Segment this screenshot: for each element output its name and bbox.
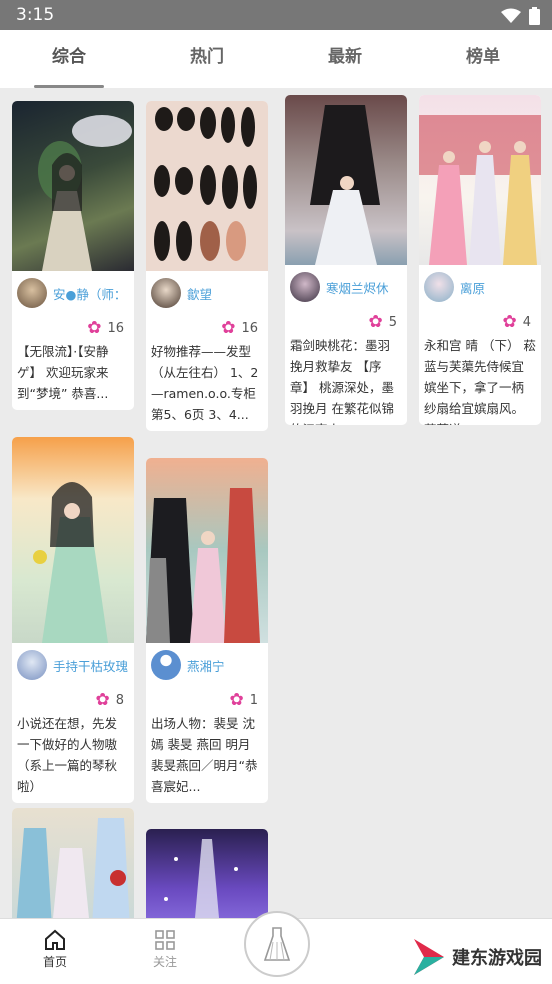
post-card[interactable]: 安●静（师： ✿ 16 【无限流】·【安静ゲ】 欢迎玩家来到“梦境” 恭喜... (12, 101, 134, 410)
post-description[interactable]: 霜剑映桃花：墨羽挽月救挚友 【序章】 桃源深处，墨羽挽月 在繁花似锦的江南小..… (285, 335, 407, 425)
status-time: 3:15 (16, 5, 55, 25)
post-author[interactable]: 安●静（师： (12, 271, 134, 315)
post-image[interactable] (12, 101, 134, 271)
post-card[interactable]: 离原 ✿ 4 永和宫 晴 （下） 菘蓝与芙蕖先侍候宜嫔坐下，拿了一柄纱扇给宜嫔扇… (419, 95, 541, 425)
like-count: 1 (249, 692, 258, 708)
post-image[interactable] (12, 808, 134, 918)
battery-icon (529, 7, 540, 25)
post-image[interactable] (146, 829, 268, 918)
post-description[interactable]: 小说还在想，先发一下做好的人物嗷（系上一篇的琴秋啦） (12, 713, 134, 803)
post-author[interactable]: 歙望 (146, 271, 268, 315)
author-name[interactable]: 歙望 (187, 284, 263, 303)
post-author[interactable]: 寒烟兰烬休 (285, 265, 407, 309)
post-author[interactable]: 手持干枯玫瑰 (12, 643, 134, 687)
like-count-row[interactable]: ✿ 16 (146, 315, 268, 341)
flower-icon[interactable]: ✿ (229, 690, 243, 710)
post-image[interactable] (419, 95, 541, 265)
post-image[interactable] (285, 95, 407, 265)
post-feed[interactable]: 安●静（师： ✿ 16 【无限流】·【安静ゲ】 欢迎玩家来到“梦境” 恭喜...… (0, 88, 552, 918)
status-bar: 3:15 (0, 0, 552, 30)
like-count-row[interactable]: ✿ 4 (419, 309, 541, 335)
post-card[interactable]: 歙望 ✿ 16 好物推荐——发型（从左往右） 1、2—ramen.o.o.专柜第… (146, 101, 268, 431)
bottom-nav-bar: 首页 关注 建东游戏园 (0, 911, 552, 984)
flower-icon[interactable]: ✿ (368, 312, 382, 332)
post-description[interactable]: 永和宫 晴 （下） 菘蓝与芙蕖先侍候宜嫔坐下，拿了一柄纱扇给宜嫔扇风。 菘蓝道：… (419, 335, 541, 425)
watermark-text: 建东游戏园 (452, 948, 542, 969)
author-name[interactable]: 手持干枯玫瑰 (53, 656, 129, 675)
author-name[interactable]: 燕湘宁 (187, 656, 263, 675)
like-count: 4 (522, 314, 531, 330)
status-icons (501, 7, 540, 25)
dress-up-button[interactable] (244, 911, 310, 977)
author-name[interactable]: 寒烟兰烬休 (326, 278, 402, 297)
post-author[interactable]: 离原 (419, 265, 541, 309)
like-count: 16 (241, 320, 258, 336)
like-count-row[interactable]: ✿ 5 (285, 309, 407, 335)
tab-comprehensive[interactable]: 综合 (0, 30, 138, 88)
post-card[interactable]: 手持干枯玫瑰 ✿ 8 小说还在想，先发一下做好的人物嗷（系上一篇的琴秋啦） (12, 437, 134, 803)
nav-follow-label: 关注 (152, 955, 177, 969)
post-card[interactable]: 寒烟兰烬休 ✿ 5 霜剑映桃花：墨羽挽月救挚友 【序章】 桃源深处，墨羽挽月 在… (285, 95, 407, 425)
like-count-row[interactable]: ✿ 16 (12, 315, 134, 341)
wifi-icon (501, 8, 521, 23)
post-description[interactable]: 【无限流】·【安静ゲ】 欢迎玩家来到“梦境” 恭喜... (12, 341, 134, 410)
grid-icon (155, 930, 175, 950)
post-card[interactable] (146, 829, 268, 918)
tab-ranking[interactable]: 榜单 (414, 30, 552, 88)
top-tabs: 综合 热门 最新 榜单 (0, 30, 552, 88)
watermark: 建东游戏园 (412, 937, 542, 977)
author-name[interactable]: 安●静（师： (53, 284, 129, 303)
post-card[interactable] (12, 808, 134, 918)
nav-home-label: 首页 (42, 955, 67, 969)
avatar[interactable] (424, 272, 454, 302)
post-image[interactable] (12, 437, 134, 643)
avatar[interactable] (151, 650, 181, 680)
post-image[interactable] (146, 101, 268, 271)
home-icon (45, 929, 65, 950)
nav-home[interactable]: 首页 (25, 927, 85, 970)
post-description[interactable]: 出场人物：裴旻 沈嫣 裴旻 燕回 明月 裴旻燕回／明月“恭喜宸妃... (146, 713, 268, 803)
like-count-row[interactable]: ✿ 8 (12, 687, 134, 713)
watermark-logo-icon (414, 939, 444, 975)
dress-icon (263, 927, 291, 961)
like-count-row[interactable]: ✿ 1 (146, 687, 268, 713)
tab-hot[interactable]: 热门 (138, 30, 276, 88)
flower-icon[interactable]: ✿ (87, 318, 101, 338)
like-count: 5 (388, 314, 397, 330)
post-card[interactable]: 燕湘宁 ✿ 1 出场人物：裴旻 沈嫣 裴旻 燕回 明月 裴旻燕回／明月“恭喜宸妃… (146, 458, 268, 803)
flower-icon[interactable]: ✿ (95, 690, 109, 710)
nav-follow[interactable]: 关注 (135, 927, 195, 970)
like-count: 16 (107, 320, 124, 336)
like-count: 8 (115, 692, 124, 708)
author-name[interactable]: 离原 (460, 278, 536, 297)
avatar[interactable] (17, 278, 47, 308)
avatar[interactable] (290, 272, 320, 302)
post-description[interactable]: 好物推荐——发型（从左往右） 1、2—ramen.o.o.专柜第5、6页 3、4… (146, 341, 268, 431)
flower-icon[interactable]: ✿ (221, 318, 235, 338)
avatar[interactable] (151, 278, 181, 308)
post-image[interactable] (146, 458, 268, 643)
tab-latest[interactable]: 最新 (276, 30, 414, 88)
post-author[interactable]: 燕湘宁 (146, 643, 268, 687)
avatar[interactable] (17, 650, 47, 680)
flower-icon[interactable]: ✿ (502, 312, 516, 332)
